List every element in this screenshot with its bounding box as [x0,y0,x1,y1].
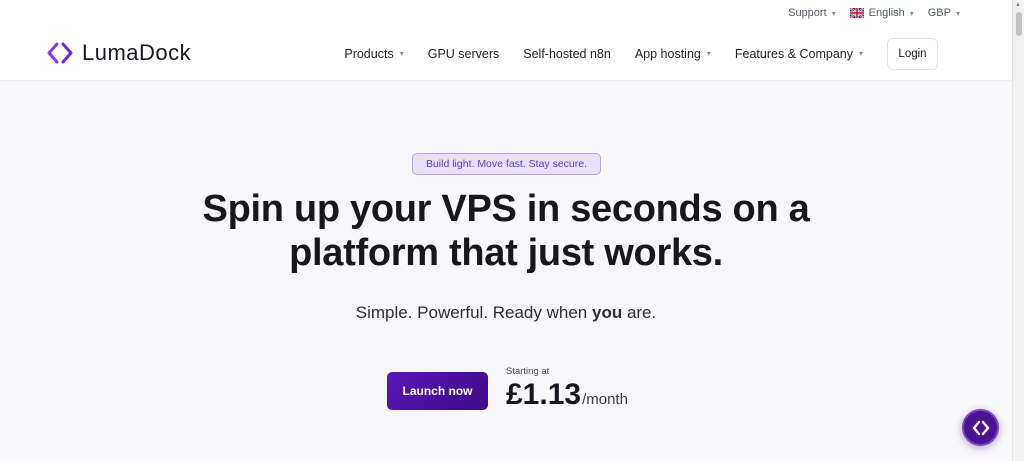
uk-flag-icon [849,8,864,18]
hero-section: Build light. Move fast. Stay secure. Spi… [0,81,1012,461]
chevron-down-icon: ▾ [399,49,404,58]
brand-logo-link[interactable]: LumaDock [46,39,191,67]
scrollbar-thumb[interactable] [1016,12,1022,36]
nav-item-app-hosting[interactable]: App hosting ▾ [635,47,711,61]
hero-subtitle: Simple. Powerful. Ready when you are. [0,303,1012,323]
hero-subtitle-start: Simple. Powerful. Ready when [355,303,592,322]
nav-item-features-company[interactable]: Features & Company ▾ [735,47,863,61]
support-label: Support [788,7,827,19]
chevron-down-icon: ▾ [955,8,960,18]
currency-menu[interactable]: GBP ▾ [928,7,960,19]
price-unit: /month [582,391,628,408]
nav-item-label: Features & Company [734,46,853,61]
chat-launcher-button[interactable] [962,409,999,446]
support-menu[interactable]: Support ▾ [788,7,836,19]
currency-label: GBP [927,7,951,19]
main-nav: LumaDock Products ▾ GPU servers Self-hos… [0,26,1012,81]
price-row: £1.13 /month [506,378,628,412]
price-amount: £1.13 [506,378,582,411]
tagline-pill: Build light. Move fast. Stay secure. [412,153,601,175]
scroll-up-arrow-icon[interactable]: ▲ [1015,2,1021,8]
login-button[interactable]: Login [887,37,938,70]
language-menu[interactable]: English ▾ [849,7,914,19]
nav-item-label: App hosting [634,46,701,61]
price-label: Starting at [506,366,550,377]
page-scrollbar[interactable]: ▲ [1012,0,1024,461]
hero-title-line-1: Spin up your VPS in seconds on a [202,188,810,230]
chevron-down-icon: ▾ [831,8,836,18]
nav-item-label: Products [344,46,394,61]
nav-item-label: GPU servers [427,46,500,61]
hero-subtitle-end: are. [622,303,657,322]
chat-launcher-icon [972,420,989,435]
hero-subtitle-emphasis: you [591,303,623,322]
brand-name: LumaDock [82,40,192,65]
price-block: Starting at £1.13 /month [506,366,628,412]
nav-item-self-hosted-n8n[interactable]: Self-hosted n8n [523,47,611,61]
nav-item-label: Self-hosted n8n [523,46,611,61]
hero-title: Spin up your VPS in seconds on a platfor… [160,187,852,275]
launch-now-button[interactable]: Launch now [387,372,488,410]
chevron-down-icon: ▾ [706,49,711,58]
language-label: English [868,7,905,19]
lumadock-logo-icon [47,42,73,64]
nav-item-products[interactable]: Products ▾ [344,47,403,61]
nav-item-gpu-servers[interactable]: GPU servers [428,47,500,61]
chevron-down-icon: ▾ [858,49,863,58]
hero-title-line-2: platform that just works. [289,232,723,274]
utility-bar: Support ▾ English ▾ GBP ▾ [0,0,1012,26]
nav-links: Products ▾ GPU servers Self-hosted n8n A… [344,26,938,81]
chevron-down-icon: ▾ [909,8,914,18]
